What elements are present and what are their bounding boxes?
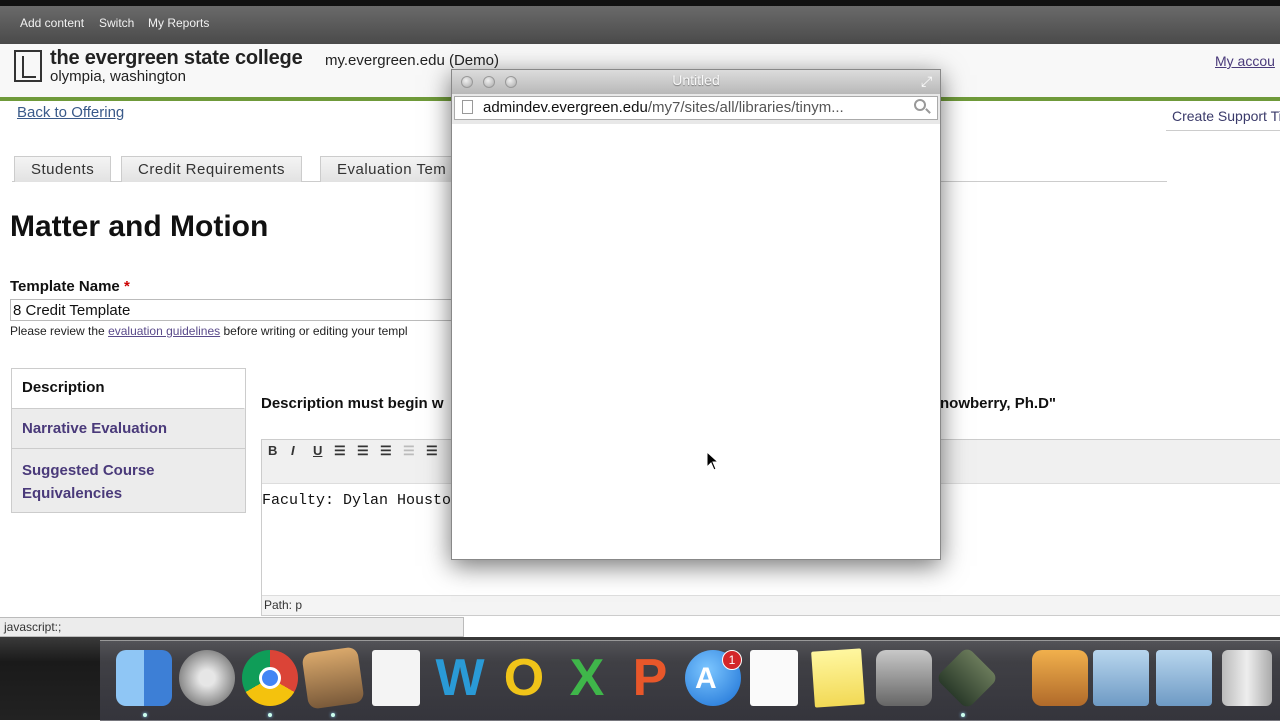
evaluation-guidelines-link[interactable]: evaluation guidelines [108,324,220,338]
url-path: /my7/sites/all/libraries/tinym... [647,99,844,116]
trash-icon[interactable] [1222,650,1272,706]
iphoto-icon[interactable] [301,646,365,710]
page-document-icon [462,100,473,114]
description-instruction-end: nowberry, Ph.D" [940,395,1057,412]
iphoto-running-indicator [331,713,335,717]
align-center-icon[interactable]: ☰ [357,443,369,459]
vtab-description[interactable]: Description [12,369,245,409]
launchpad-icon[interactable] [179,650,235,706]
downloads-folder-icon[interactable] [1156,650,1212,706]
editor-content[interactable]: Faculty: Dylan Houston, [262,492,469,509]
college-name[interactable]: the evergreen state college [50,47,303,70]
template-name-label: Template Name * [10,278,130,295]
align-left-icon[interactable]: ☰ [334,443,346,459]
review-suffix: before writing or editing your templ [220,324,408,338]
app-store-badge: 1 [722,650,742,670]
admin-toolbar: Add content Switch My Reports [0,0,1280,44]
chrome-icon[interactable] [242,650,298,706]
college-location: olympia, washington [50,68,186,85]
finder-running-indicator [143,713,147,717]
underline-icon[interactable]: U [313,443,322,458]
my-reports-link[interactable]: My Reports [148,16,209,30]
required-marker: * [123,278,130,295]
my-account-link[interactable]: My accou [1215,53,1275,69]
applications-folder-icon[interactable] [1093,650,1149,706]
finder-icon[interactable] [116,650,172,706]
tab-evaluation-templates[interactable]: Evaluation Tem [320,156,460,182]
add-content-link[interactable]: Add content [20,16,84,30]
template-name-text: Template Name [10,278,120,295]
popup-url-field[interactable]: admindev.evergreen.edu/my7/sites/all/lib… [454,96,938,120]
reminders-icon[interactable] [750,650,798,706]
popup-title: Untitled [672,72,720,88]
preview-icon[interactable] [1032,650,1088,706]
template-name-input[interactable]: 8 Credit Template [10,299,470,321]
college-logo-icon[interactable] [14,50,42,82]
excel-icon[interactable]: X [559,650,615,706]
switch-link[interactable]: Switch [99,16,134,30]
page-title: Matter and Motion [10,210,269,243]
editor-path-bar: Path: p [262,595,1280,615]
description-instruction: Description must begin w [261,395,444,412]
powerpoint-icon[interactable]: P [622,650,678,706]
back-to-offering-link[interactable]: Back to Offering [17,104,124,121]
document-icon[interactable] [372,650,420,706]
url-host: admindev.evergreen.edu [483,99,648,116]
review-guidelines-text: Please review the evaluation guidelines … [10,324,408,338]
fullscreen-icon[interactable]: ⤢ [921,73,932,90]
tab-students[interactable]: Students [14,156,112,182]
chrome-running-indicator [268,713,272,717]
word-icon[interactable]: W [432,650,488,706]
minimize-window-icon[interactable] [483,76,495,88]
vtab-suggested-course-equivalencies[interactable]: Suggested Course Equivalencies [12,449,245,512]
search-magnifier-icon[interactable] [914,99,926,111]
indent-icon[interactable]: ☰ [426,443,438,459]
review-prefix: Please review the [10,324,109,338]
align-right-icon[interactable]: ☰ [380,443,392,459]
italic-icon[interactable]: I [291,443,295,458]
browser-status-bar: javascript:; [0,617,464,637]
remote-desktop-icon[interactable] [876,650,932,706]
bold-icon[interactable]: B [268,443,277,458]
vertical-tabs: Description Narrative Evaluation Suggest… [11,368,246,513]
zoom-window-icon[interactable] [505,76,517,88]
xcode-running-indicator [961,713,965,717]
tab-credit-requirements[interactable]: Credit Requirements [121,156,303,182]
vtab-narrative-evaluation[interactable]: Narrative Evaluation [12,409,245,449]
outlook-icon[interactable]: O [496,650,552,706]
create-support-ticket-link[interactable]: Create Support Tic [1166,101,1280,131]
stickies-icon[interactable] [811,648,865,708]
site-name: my.evergreen.edu (Demo) [325,52,499,69]
mouse-cursor-icon [706,451,720,471]
outdent-icon[interactable]: ☰ [403,443,415,459]
popup-window [451,69,941,560]
close-window-icon[interactable] [461,76,473,88]
